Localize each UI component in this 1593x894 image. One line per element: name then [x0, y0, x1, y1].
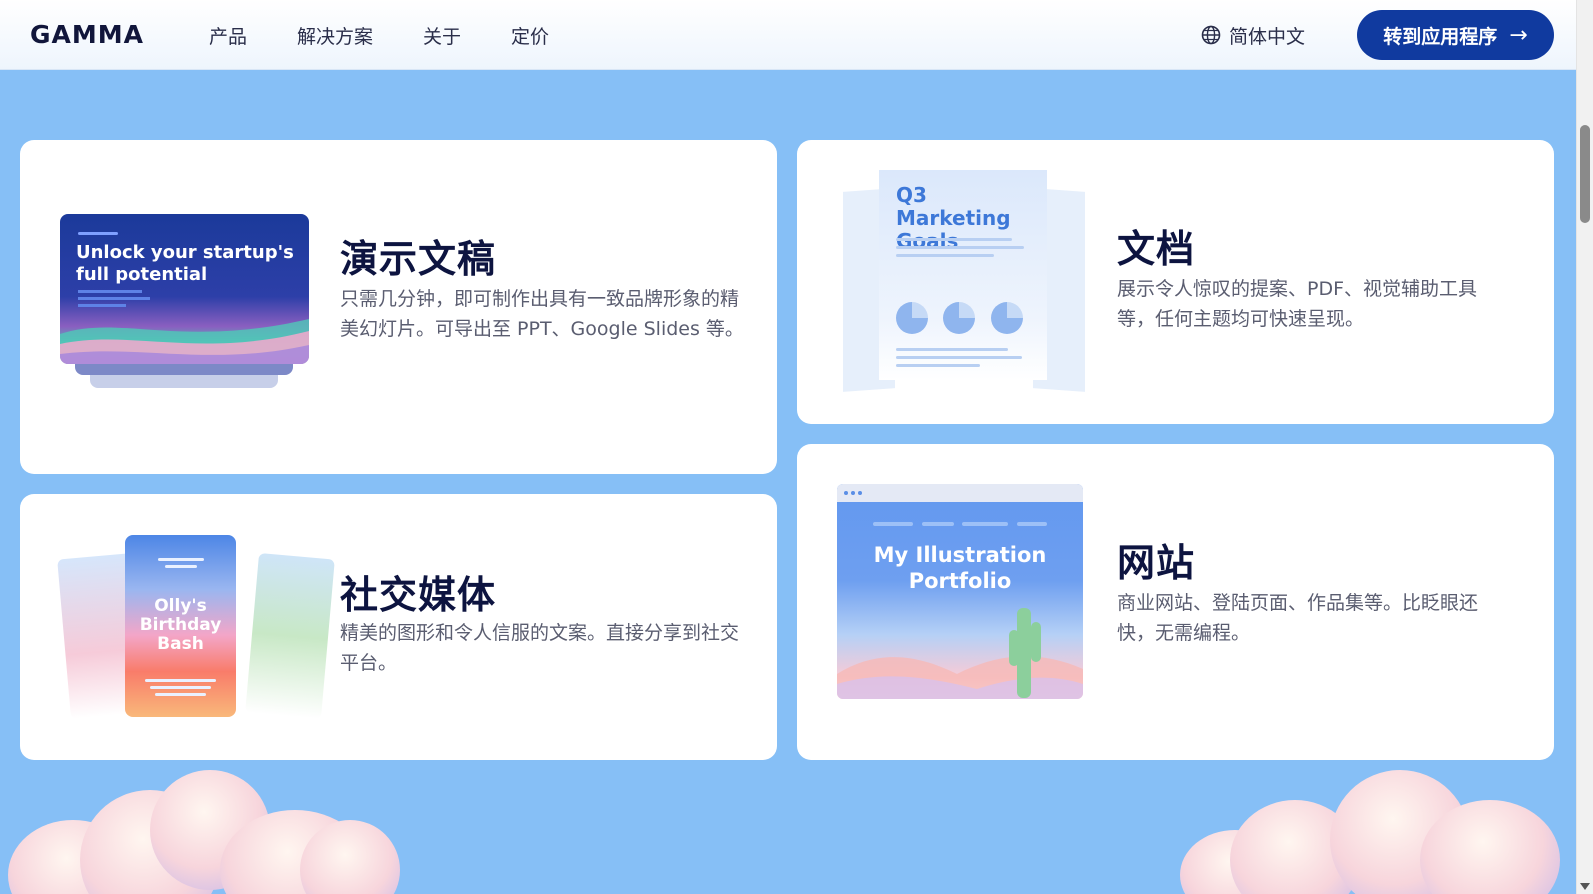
card-social-media[interactable]: Olly's Birthday Bash 社交媒体 精美的图形和令人信服的文案。… [20, 494, 777, 760]
website-thumbnail: My Illustration Portfolio [837, 484, 1083, 699]
gamma-logo[interactable]: GAMMA [30, 20, 144, 49]
card-document[interactable]: Q3 Marketing Goals 文档 展示令人惊叹的提案、PDF、视觉辅助… [797, 140, 1554, 424]
nav-item-about[interactable]: 关于 [423, 22, 461, 49]
presentation-thumbnail-text: Unlock your startup's full potential [76, 242, 294, 285]
nav-item-solutions[interactable]: 解决方案 [297, 22, 373, 49]
social-media-title: 社交媒体 [340, 573, 497, 617]
social-card-back-right [245, 552, 335, 720]
website-thumbnail-text: My Illustration Portfolio [873, 543, 1047, 593]
top-navigation-bar: GAMMA 产品 解决方案 关于 定价 简体中文 转到应用程序 → [0, 0, 1576, 70]
main-nav: 产品 解决方案 关于 定价 [209, 0, 599, 70]
scrollbar-thumb[interactable] [1580, 125, 1590, 223]
page-scrollbar[interactable] [1576, 0, 1593, 894]
social-thumbnail-text: Olly's Birthday Bash [139, 596, 222, 654]
nav-item-pricing[interactable]: 定价 [511, 22, 549, 49]
nav-item-products[interactable]: 产品 [209, 22, 247, 49]
scroll-down-arrow-icon[interactable] [1580, 883, 1590, 890]
social-thumbnail: Olly's Birthday Bash [125, 535, 236, 717]
website-description: 商业网站、登陆页面、作品集等。比眨眼还快，无需编程。 [1117, 592, 1479, 644]
document-title: 文档 [1117, 227, 1196, 271]
presentation-description: 只需几分钟，即可制作出具有一致品牌形象的精美幻灯片。可导出至 PPT、Googl… [340, 288, 744, 340]
card-website[interactable]: My Illustration Portfolio 网站 商业网站、登陆页面、作… [797, 444, 1554, 760]
social-media-description: 精美的图形和令人信服的文案。直接分享到社交平台。 [340, 622, 740, 674]
card-presentation[interactable]: Unlock your startup's full potential 演示文… [20, 140, 777, 474]
language-selector[interactable]: 简体中文 [1201, 0, 1305, 70]
go-to-app-label: 转到应用程序 [1383, 25, 1498, 48]
document-description: 展示令人惊叹的提案、PDF、视觉辅助工具等，任何主题均可快速呈现。 [1117, 278, 1478, 330]
presentation-thumbnail: Unlock your startup's full potential [60, 214, 309, 364]
document-thumbnail-text: Q3 Marketing Goals [896, 183, 1011, 253]
arrow-right-icon: → [1509, 22, 1528, 48]
document-thumbnail: Q3 Marketing Goals [879, 170, 1047, 380]
globe-icon [1201, 25, 1221, 45]
presentation-title: 演示文稿 [340, 237, 497, 281]
website-title: 网站 [1117, 541, 1196, 585]
go-to-app-button[interactable]: 转到应用程序 → [1357, 10, 1554, 60]
language-label: 简体中文 [1229, 25, 1306, 48]
